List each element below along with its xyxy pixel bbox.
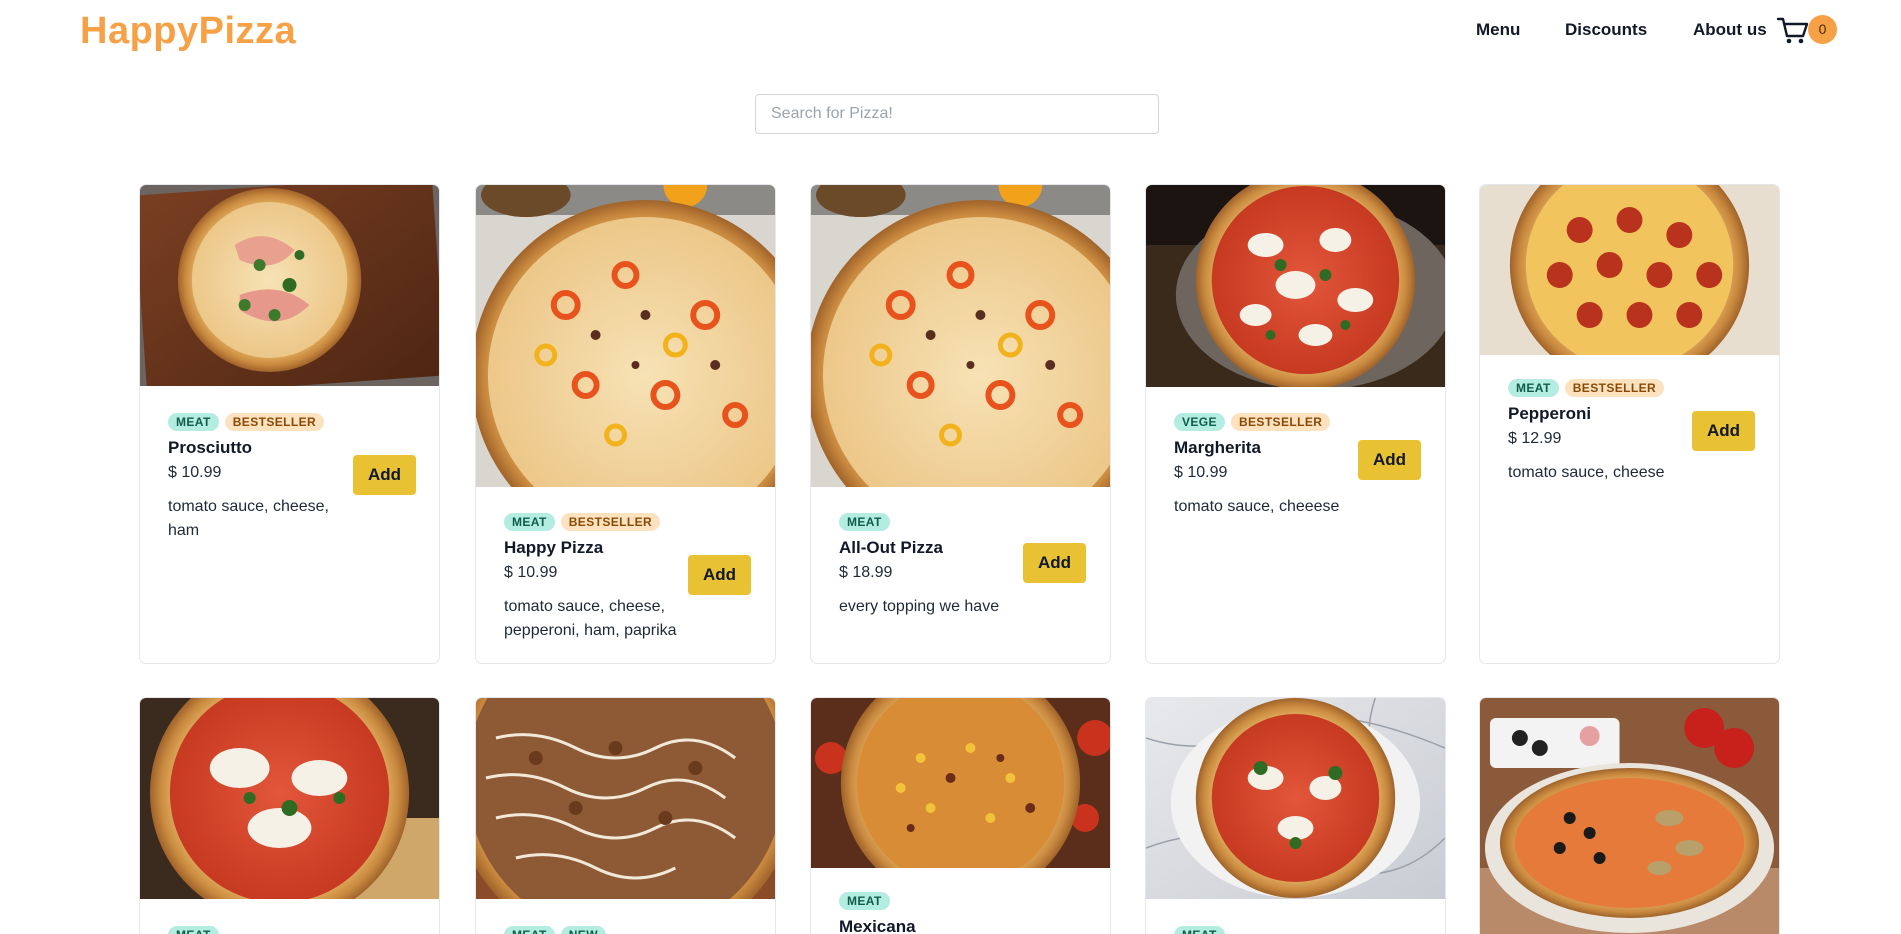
search-input[interactable] [755,94,1159,134]
tag-meat: MEAT [168,926,219,934]
pizza-name: Pepperoni [1508,404,1592,423]
pizza-card-body: MEAT [1174,926,1354,934]
tag-list: MEAT [1174,926,1354,934]
pizza-card: MEAT BESTSELLER Pepperoni $ 12.99 tomato… [1479,184,1780,664]
pizza-card-body: MEAT [168,926,348,934]
tag-bestseller: BESTSELLER [1230,413,1331,431]
pizza-price: $ 10.99 [504,564,558,581]
nav-menu[interactable]: Menu [1476,20,1520,40]
tag-meat: MEAT [1508,379,1559,397]
tag-vege: VEGE [1174,413,1225,431]
tag-new: NEW [560,926,606,934]
pizza-card-body: MEAT BESTSELLER Pepperoni $ 12.99 tomato… [1508,379,1688,485]
pizza-name: Prosciutto [168,438,253,457]
pizza-image [811,185,1110,487]
pizza-card-body: MEAT BESTSELLER Prosciutto $ 10.99 tomat… [168,413,340,543]
pizza-image [1146,185,1445,387]
pizza-price: $ 10.99 [1174,464,1228,481]
tag-list: MEAT [839,892,1019,910]
tag-list: MEAT [839,513,1019,531]
tag-bestseller: BESTSELLER [560,513,661,531]
pizza-card: MEAT Mexicana [810,697,1111,934]
pizza-image [476,185,775,487]
pizza-card-body: MEAT NEW [504,926,684,934]
nav-about-us[interactable]: About us [1693,20,1767,40]
tag-meat: MEAT [1174,926,1225,934]
tag-meat: MEAT [839,513,890,531]
pizza-image [811,698,1110,868]
tag-list: VEGE BESTSELLER [1174,413,1354,431]
pizza-image [1146,698,1445,899]
pizza-price: $ 18.99 [839,564,893,581]
tag-meat: MEAT [839,892,890,910]
tag-bestseller: BESTSELLER [1564,379,1665,397]
tag-list: MEAT BESTSELLER [168,413,340,431]
pizza-ingredients: tomato sauce, cheese, ham [168,498,329,539]
cart-icon [1776,17,1809,44]
add-to-cart-button[interactable]: Add [1358,440,1421,480]
brand-logo[interactable]: HappyPizza [80,10,296,53]
pizza-card: VEGE BESTSELLER Margherita $ 10.99 tomat… [1145,184,1446,664]
cart-count-badge: 0 [1808,15,1837,44]
pizza-image [476,698,775,899]
pizza-ingredients: tomato sauce, cheese, pepperoni, ham, pa… [504,598,677,639]
pizza-card: MEAT NEW [475,697,776,934]
pizza-card: MEAT [1145,697,1446,934]
pizza-name: Margherita [1174,438,1261,457]
nav-discounts[interactable]: Discounts [1565,20,1647,40]
tag-list: MEAT NEW [504,926,684,934]
add-to-cart-button[interactable]: Add [1023,543,1086,583]
pizza-ingredients: tomato sauce, cheese [1508,464,1665,481]
pizza-card-body: MEAT BESTSELLER Happy Pizza $ 10.99 toma… [504,513,684,643]
pizza-card: MEAT BESTSELLER Prosciutto $ 10.99 tomat… [139,184,440,664]
pizza-name: Mexicana [839,917,916,934]
pizza-card-body: MEAT All-Out Pizza $ 18.99 every topping… [839,513,1019,619]
pizza-image [140,698,439,899]
add-to-cart-button[interactable]: Add [688,555,751,595]
pizza-card: MEAT [139,697,440,934]
pizza-image [1480,698,1779,934]
pizza-card: MEAT All-Out Pizza $ 18.99 every topping… [810,184,1111,664]
pizza-card [1479,697,1780,934]
cart-button[interactable]: 0 [1776,14,1837,48]
pizza-card-body: VEGE BESTSELLER Margherita $ 10.99 tomat… [1174,413,1354,519]
add-to-cart-button[interactable]: Add [353,455,416,495]
navbar: HappyPizza Menu Discounts About us 0 [0,0,1901,62]
tag-bestseller: BESTSELLER [224,413,325,431]
tag-meat: MEAT [504,513,555,531]
add-to-cart-button[interactable]: Add [1692,411,1755,451]
pizza-ingredients: every topping we have [839,598,1000,615]
pizza-card-body: MEAT Mexicana [839,892,1019,934]
tag-meat: MEAT [168,413,219,431]
pizza-name: Happy Pizza [504,538,604,557]
tag-meat: MEAT [504,926,555,934]
pizza-name: All-Out Pizza [839,538,943,557]
pizza-ingredients: tomato sauce, cheeese [1174,498,1340,515]
tag-list: MEAT [168,926,348,934]
pizza-price: $ 10.99 [168,464,222,481]
pizza-image [140,185,439,386]
pizza-image [1480,185,1779,355]
pizza-card: MEAT BESTSELLER Happy Pizza $ 10.99 toma… [475,184,776,664]
tag-list: MEAT BESTSELLER [504,513,684,531]
tag-list: MEAT BESTSELLER [1508,379,1688,397]
pizza-price: $ 12.99 [1508,430,1562,447]
